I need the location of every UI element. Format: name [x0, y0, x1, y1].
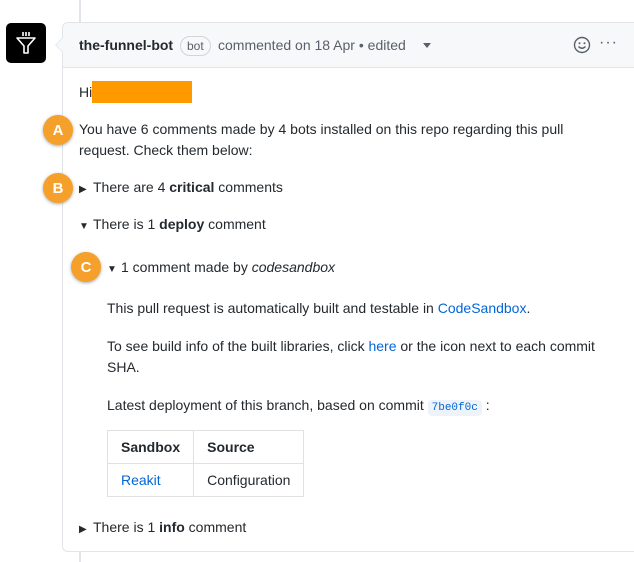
intro-line-2: request. Check them below:	[79, 142, 253, 158]
info-suffix: comment	[184, 519, 247, 535]
latest-deployment-line: Latest deployment of this branch, based …	[107, 397, 490, 416]
built-suffix: .	[526, 300, 531, 316]
buildinfo-suffix: or the icon next to each commit	[396, 338, 595, 354]
critical-strong: critical	[169, 179, 215, 195]
chevron-down-icon[interactable]	[423, 43, 431, 48]
made-by-bot: codesandbox	[251, 259, 336, 275]
funnel-icon	[16, 32, 36, 54]
bot-avatar[interactable]	[6, 23, 46, 63]
kebab-icon[interactable]: ···	[599, 34, 618, 52]
build-info-line-2: SHA.	[107, 359, 140, 375]
table-header-row: Sandbox Source	[106, 430, 305, 464]
latest-prefix: Latest deployment of this branch, based …	[107, 397, 428, 413]
info-strong: info	[159, 519, 185, 535]
latest-suffix: :	[481, 397, 490, 413]
comment-caret	[55, 37, 63, 53]
annotation-badge-c: C	[71, 252, 101, 282]
cell-sandbox: Reakit	[106, 463, 195, 497]
made-by-prefix: 1 comment made by	[121, 259, 252, 275]
deploy-prefix: There is 1	[93, 216, 160, 232]
codesandbox-link[interactable]: CodeSandbox	[438, 300, 527, 316]
critical-summary-toggle[interactable]: ▶ There are 4 critical comments	[79, 179, 283, 195]
author-link[interactable]: the-funnel-bot	[79, 37, 173, 53]
intro-line-1: You have 6 comments made by 4 bots insta…	[79, 121, 564, 137]
built-line: This pull request is automatically built…	[107, 300, 530, 316]
sandbox-table: Sandbox Source Reakit Configuration	[106, 430, 305, 497]
here-link[interactable]: here	[368, 338, 396, 354]
comment-header: the-funnel-bot bot commented on 18 Apr •…	[55, 23, 634, 68]
header-source: Source	[193, 430, 305, 464]
smiley-icon[interactable]	[573, 36, 591, 54]
deploy-summary-toggle[interactable]: ▼ There is 1 deploy comment	[79, 216, 266, 232]
caret-right-icon: ▶	[79, 184, 87, 195]
caret-down-icon: ▼	[107, 264, 117, 275]
critical-suffix: comments	[214, 179, 283, 195]
redacted-name	[92, 81, 192, 103]
codesandbox-summary-toggle[interactable]: ▼ 1 comment made by codesandbox	[107, 259, 335, 275]
bot-label: bot	[180, 36, 211, 56]
commit-sha-link[interactable]: 7be0f0c	[427, 400, 482, 416]
caret-down-icon: ▼	[79, 221, 89, 232]
deploy-suffix: comment	[204, 216, 266, 232]
built-prefix: This pull request is automatically built…	[107, 300, 438, 316]
buildinfo-prefix: To see build info of the built libraries…	[107, 338, 369, 354]
comment-meta[interactable]: commented on 18 Apr • edited	[218, 37, 406, 53]
annotation-badge-b: B	[43, 173, 73, 203]
table-row: Reakit Configuration	[106, 463, 305, 497]
deploy-strong: deploy	[159, 216, 205, 232]
reakit-link[interactable]: Reakit	[121, 472, 161, 488]
caret-right-icon: ▶	[79, 524, 87, 535]
header-sandbox: Sandbox	[106, 430, 195, 464]
build-info-line: To see build info of the built libraries…	[107, 338, 595, 354]
annotation-badge-a: A	[43, 115, 73, 145]
critical-prefix: There are 4	[93, 179, 170, 195]
info-summary-toggle[interactable]: ▶ There is 1 info comment	[79, 519, 246, 535]
cell-source: Configuration	[193, 463, 305, 497]
greeting: Hi	[79, 84, 93, 100]
info-prefix: There is 1	[93, 519, 160, 535]
